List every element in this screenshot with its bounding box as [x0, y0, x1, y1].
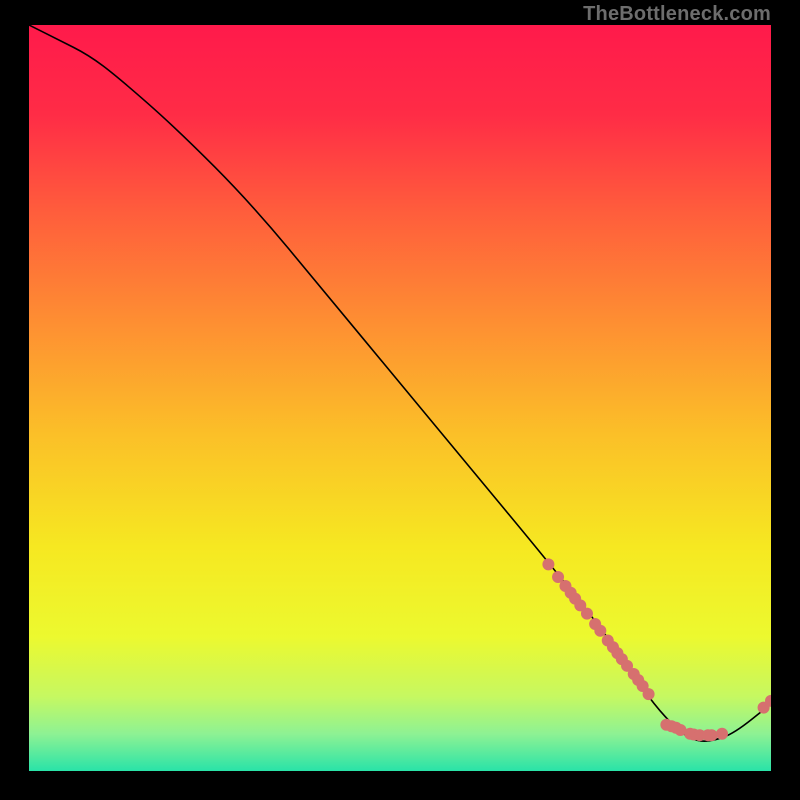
chart-marker: [643, 688, 655, 700]
chart-marker: [706, 729, 718, 741]
chart-marker: [581, 608, 593, 620]
chart-plot: [29, 25, 771, 771]
chart-background: [29, 25, 771, 771]
chart-marker: [716, 728, 728, 740]
chart-container: TheBottleneck.com: [0, 0, 800, 800]
watermark-text: TheBottleneck.com: [583, 3, 771, 26]
chart-marker: [542, 558, 554, 570]
chart-marker: [594, 625, 606, 637]
